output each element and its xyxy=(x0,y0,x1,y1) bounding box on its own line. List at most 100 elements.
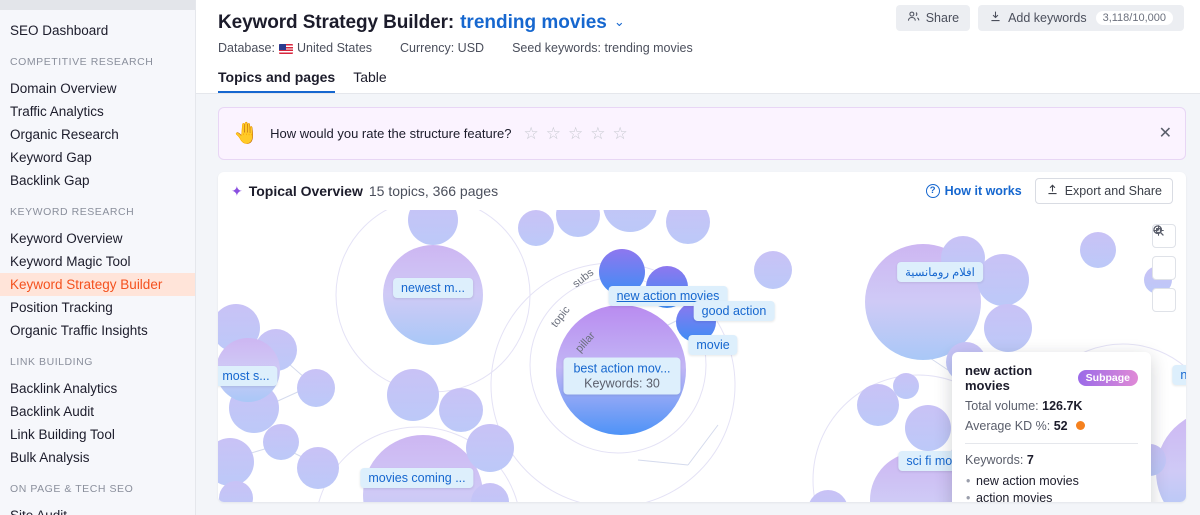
sidebar-item-label: Domain Overview xyxy=(10,81,117,96)
page-title-keyword[interactable]: trending movies xyxy=(460,12,607,34)
rating-star-1[interactable]: ☆ xyxy=(524,125,539,142)
graph-node-label[interactable]: good action xyxy=(693,301,775,321)
graph-node-label[interactable]: best action mov... Keywords: 30 xyxy=(563,357,681,395)
graph-node-title: good action xyxy=(701,304,767,318)
kd-difficulty-dot xyxy=(1076,421,1086,430)
sidebar-item-keyword-gap[interactable]: Keyword Gap xyxy=(0,146,195,169)
sidebar-item-backlink-gap[interactable]: Backlink Gap xyxy=(0,169,195,192)
tab-bar: Topics and pages Table xyxy=(218,69,387,94)
sparkle-icon: ✦ xyxy=(231,182,243,199)
sidebar-item-label: Keyword Magic Tool xyxy=(10,254,131,269)
sidebar-item-link-building-tool[interactable]: Link Building Tool xyxy=(0,423,195,446)
tooltip-body: new action movies Subpage Total volume: … xyxy=(952,352,1151,502)
sidebar: SEO Dashboard COMPETITIVE RESEARCH Domain… xyxy=(0,0,196,515)
close-icon[interactable]: ✕ xyxy=(1159,125,1172,142)
topical-overview-card: ✦ Topical Overview 15 topics, 366 pages … xyxy=(218,172,1186,502)
graph-node-label[interactable]: movies coming ... xyxy=(360,468,474,488)
feedback-banner: 🤚 How would you rate the structure featu… xyxy=(218,107,1186,160)
sidebar-item-backlink-audit[interactable]: Backlink Audit xyxy=(0,400,195,423)
tooltip-total-volume: Total volume: 126.7K xyxy=(965,399,1138,413)
export-and-share-button[interactable]: Export and Share xyxy=(1034,178,1173,204)
tooltip-keyword-item: new action movies xyxy=(965,473,1138,490)
graph-node-label[interactable]: new movies t... xyxy=(1172,365,1186,385)
map-controls xyxy=(1152,224,1176,312)
sidebar-groups: COMPETITIVE RESEARCH Domain Overview Traff… xyxy=(0,42,195,515)
tooltip-keyword-list: new action moviesaction moviesbest new a… xyxy=(965,473,1138,502)
sidebar-item-seo-dashboard[interactable]: SEO Dashboard xyxy=(0,19,195,42)
meta-database-value: United States xyxy=(296,41,373,55)
tooltip-keywords-count: Keywords: 7 xyxy=(965,453,1138,467)
share-button-label: Share xyxy=(925,11,960,25)
sidebar-item-label: Organic Traffic Insights xyxy=(10,323,148,338)
tooltip-divider xyxy=(965,443,1138,444)
sidebar-item-organic-research[interactable]: Organic Research xyxy=(0,123,195,146)
page-title: Keyword Strategy Builder: xyxy=(218,12,455,33)
export-label: Export and Share xyxy=(1064,184,1162,198)
sidebar-item-label: Keyword Strategy Builder xyxy=(10,277,163,292)
how-it-works-link[interactable]: ? How it works xyxy=(925,184,1022,198)
us-flag-icon xyxy=(278,44,293,54)
sidebar-item-label: Keyword Overview xyxy=(10,231,123,246)
add-keywords-button[interactable]: Add keywords 3,118/10,000 xyxy=(978,5,1184,31)
people-icon xyxy=(907,10,920,26)
sidebar-item-backlink-analytics[interactable]: Backlink Analytics xyxy=(0,377,195,400)
sidebar-item-position-tracking[interactable]: Position Tracking xyxy=(0,296,195,319)
sidebar-item-traffic-analytics[interactable]: Traffic Analytics xyxy=(0,100,195,123)
share-button[interactable]: Share xyxy=(895,5,971,31)
rating-stars[interactable]: ☆ ☆ ☆ ☆ ☆ xyxy=(524,125,628,142)
keywords-quota-badge: 3,118/10,000 xyxy=(1095,11,1173,25)
download-icon xyxy=(989,10,1002,26)
tab-topics-and-pages[interactable]: Topics and pages xyxy=(218,69,335,94)
page-header: Keyword Strategy Builder: trending movie… xyxy=(196,0,1200,94)
graph-node-title: movie xyxy=(696,338,730,352)
sidebar-item-label: Traffic Analytics xyxy=(10,104,104,119)
ring-label-topic: topic xyxy=(549,304,573,330)
kd-value: 52 xyxy=(1053,419,1068,433)
graph-node-title: movies coming ... xyxy=(368,471,466,485)
how-it-works-label: How it works xyxy=(944,184,1022,198)
ring-label-subs: subs xyxy=(570,266,596,290)
header-divider xyxy=(196,93,1200,94)
rating-star-2[interactable]: ☆ xyxy=(546,125,561,142)
chevron-down-icon[interactable]: ⌄ xyxy=(614,14,625,30)
sidebar-item-label: Position Tracking xyxy=(10,300,113,315)
sidebar-group-title: LINK BUILDING xyxy=(10,356,94,368)
card-header-actions: ? How it works Export and Share xyxy=(925,178,1173,204)
sidebar-item-bulk-analysis[interactable]: Bulk Analysis xyxy=(0,446,195,469)
sidebar-item-label: Link Building Tool xyxy=(10,427,115,442)
feedback-banner-text: How would you rate the structure feature… xyxy=(270,126,512,141)
tooltip-average-kd: Average KD %: 52 xyxy=(965,419,1138,433)
rating-star-4[interactable]: ☆ xyxy=(590,125,605,142)
sidebar-group-title: ON PAGE & TECH SEO xyxy=(10,483,134,495)
sidebar-item-keyword-magic-tool[interactable]: Keyword Magic Tool xyxy=(0,250,195,273)
main-content: Keyword Strategy Builder: trending movie… xyxy=(196,0,1200,515)
tab-table[interactable]: Table xyxy=(353,69,386,94)
graph-node-title: new movies t... xyxy=(1180,368,1186,382)
graph-node-label[interactable]: most s... xyxy=(218,366,278,386)
graph-node-label[interactable]: newest m... xyxy=(393,278,473,298)
sidebar-item-label: SEO Dashboard xyxy=(10,23,109,38)
graph-node-label[interactable]: movie xyxy=(688,335,738,355)
fit-to-screen-icon[interactable] xyxy=(1152,225,1176,312)
waving-hand-icon: 🤚 xyxy=(233,122,260,145)
meta-currency: Currency: USD xyxy=(400,41,485,55)
sidebar-top-strip xyxy=(0,0,195,10)
tooltip-title: new action movies xyxy=(965,363,1033,393)
graph-node-label[interactable]: افلام رومانسية xyxy=(897,262,983,282)
sidebar-item-label: Site Audit xyxy=(10,508,67,515)
zoom-out-icon[interactable] xyxy=(1152,225,1176,280)
sidebar-item-site-audit[interactable]: Site Audit xyxy=(0,504,195,515)
sidebar-item-keyword-strategy-builder[interactable]: Keyword Strategy Builder xyxy=(0,273,195,296)
sidebar-item-organic-traffic-insights[interactable]: Organic Traffic Insights xyxy=(0,319,195,342)
keywords-label: Keywords: xyxy=(965,453,1024,467)
rating-star-3[interactable]: ☆ xyxy=(568,125,583,142)
rating-star-5[interactable]: ☆ xyxy=(613,125,628,142)
total-volume-value: 126.7K xyxy=(1042,399,1083,413)
sidebar-item-label: Backlink Audit xyxy=(10,404,95,419)
sidebar-item-keyword-overview[interactable]: Keyword Overview xyxy=(0,227,195,250)
graph-node-title: best action mov... xyxy=(573,361,671,376)
meta-database-label: Database: xyxy=(218,41,275,55)
meta-seed-keywords: Seed keywords: trending movies xyxy=(512,41,693,55)
sidebar-item-label: Backlink Gap xyxy=(10,173,90,188)
sidebar-item-domain-overview[interactable]: Domain Overview xyxy=(0,77,195,100)
